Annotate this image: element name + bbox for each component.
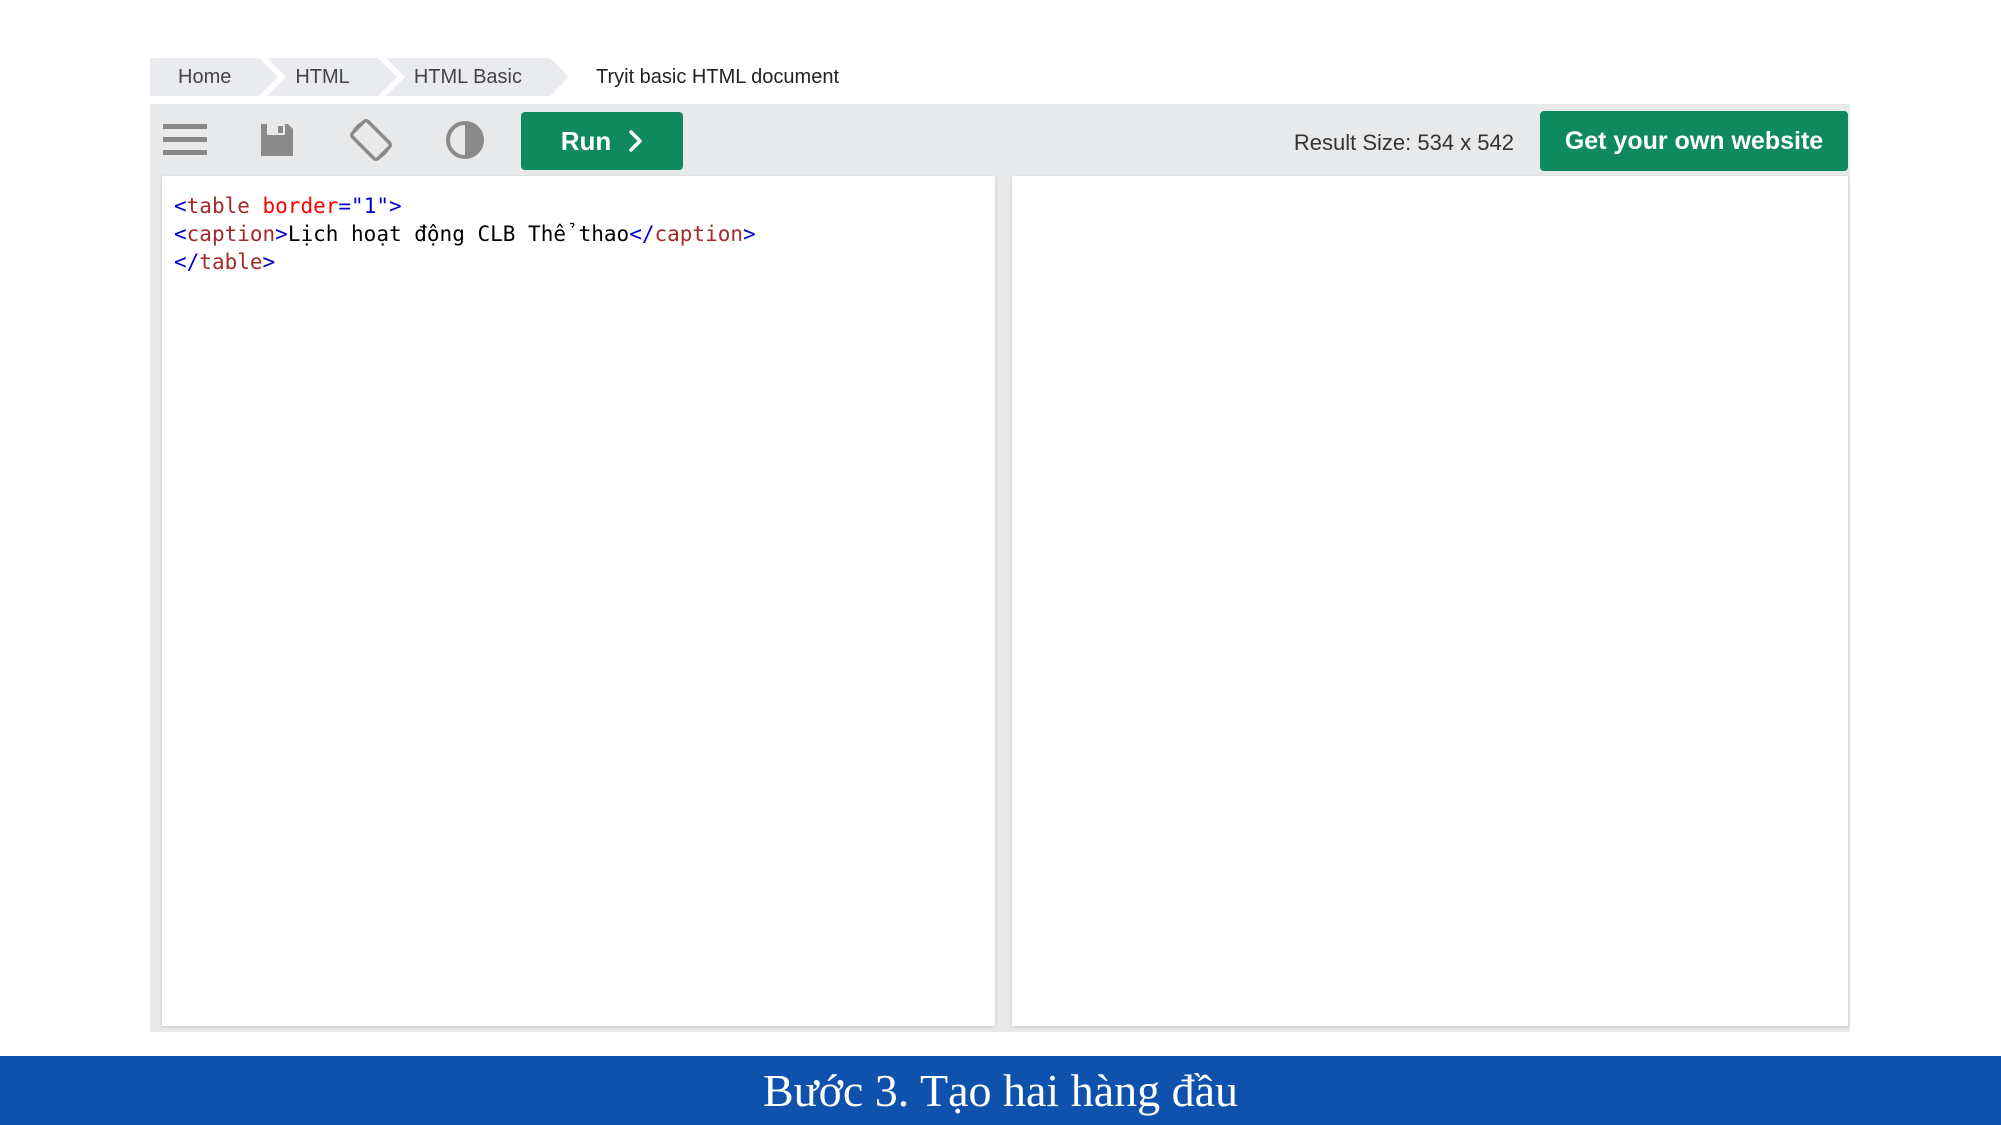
toolbar: Run Result Size: 534 x 542 Get your own … [150, 104, 1850, 176]
breadcrumb: Home HTML HTML Basic Tryit basic HTML do… [150, 58, 875, 96]
save-icon[interactable] [254, 118, 300, 162]
result-size: Result Size: 534 x 542 [1293, 130, 1514, 155]
code-token: </ [629, 222, 655, 246]
caption-text: Bước 3. Tạo hai hàng đầu [762, 1065, 1239, 1116]
code-token: table [186, 194, 250, 218]
code-token: = [338, 194, 352, 218]
code-token: </ [174, 250, 200, 274]
menu-icon[interactable] [162, 118, 208, 162]
chevron-right-icon [629, 130, 643, 152]
breadcrumb-current: Tryit basic HTML document [595, 65, 840, 88]
run-button-label: Run [560, 125, 612, 156]
code-token: > [275, 222, 288, 246]
code-token: table [199, 250, 263, 274]
code-token: Lịch hoạt động CLB Thể thao [287, 222, 630, 246]
contrast-icon[interactable] [442, 118, 488, 162]
code-token: caption [654, 222, 744, 246]
caption-bar: Bước 3. Tạo hai hàng đầu [0, 1056, 2001, 1125]
code-token: < [174, 222, 187, 246]
get-your-own-website-button[interactable]: Get your own website [1540, 111, 1848, 171]
code-token: > [743, 222, 756, 246]
result-pane[interactable] [1012, 176, 1848, 1026]
code-token: > [388, 194, 402, 218]
breadcrumb-home[interactable]: Home [150, 58, 287, 96]
code-editor[interactable]: <table border="1"> <caption>Lịch hoạt độ… [162, 176, 995, 1026]
rotate-icon[interactable] [348, 118, 394, 162]
code-token: caption [186, 222, 276, 246]
code-line-1: <table border="1"> [174, 194, 402, 218]
run-button[interactable]: Run [521, 112, 683, 170]
code-content[interactable]: <table border="1"> <caption>Lịch hoạt độ… [162, 176, 995, 292]
code-line-2: <caption>Lịch hoạt động CLB Thể thao</ca… [174, 222, 756, 246]
code-token: border [249, 194, 339, 218]
code-line-3: </table> [174, 250, 275, 274]
code-token: < [174, 194, 187, 218]
breadcrumb-html-basic[interactable]: HTML Basic [385, 58, 578, 96]
tryit-editor: Run Result Size: 534 x 542 Get your own … [150, 104, 1850, 1032]
code-token: > [262, 250, 276, 274]
code-token: "1" [351, 194, 389, 218]
